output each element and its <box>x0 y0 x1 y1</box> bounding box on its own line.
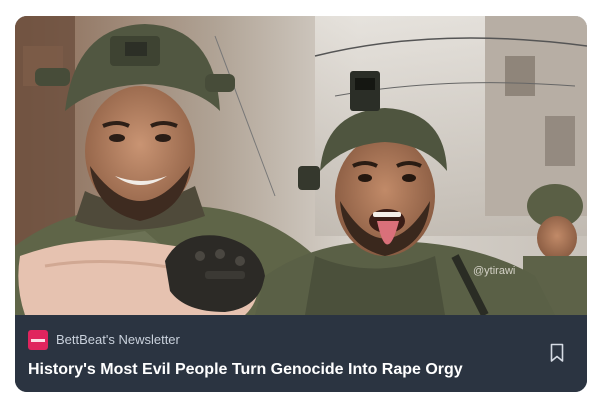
cover-photo-illustration: @ytirawi <box>15 16 587 315</box>
post-cover-image[interactable]: @ytirawi <box>15 16 587 315</box>
post-embed-footer: BettBeat's Newsletter History's Most Evi… <box>15 315 587 392</box>
bookmark-icon[interactable] <box>549 343 565 363</box>
publication-name[interactable]: BettBeat's Newsletter <box>56 330 180 350</box>
truncated-text-above: ‾ ‾‾‾ ‾‾‾ ‾‾ ‾‾‾‾‾ ‾‾‾‾ ‾‾ ‾‾‾‾‾‾ ‾‾‾ ‾‾… <box>20 0 580 5</box>
post-title[interactable]: History's Most Evil People Turn Genocide… <box>28 360 463 380</box>
publication-logo <box>28 330 48 350</box>
page: ‾ ‾‾‾ ‾‾‾ ‾‾ ‾‾‾‾‾ ‾‾‾‾ ‾‾ ‾‾‾‾‾‾ ‾‾‾ ‾‾… <box>0 0 608 404</box>
image-watermark: @ytirawi <box>473 265 515 277</box>
publication-row[interactable]: BettBeat's Newsletter <box>28 330 180 350</box>
post-embed-card[interactable]: @ytirawi BettBeat's Newsletter History's… <box>15 16 587 392</box>
